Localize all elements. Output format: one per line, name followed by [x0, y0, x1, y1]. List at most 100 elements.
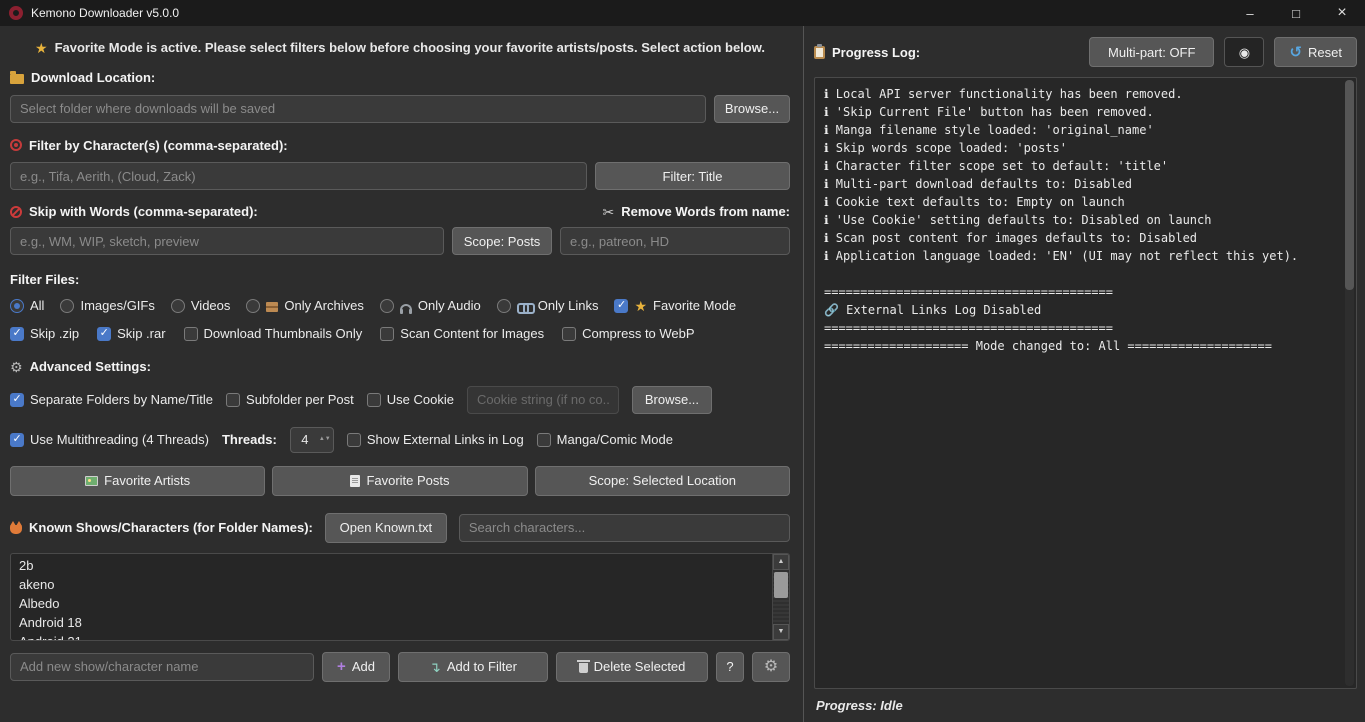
log-scrollbar-thumb[interactable]	[1345, 80, 1354, 290]
checkbox-separate-folders[interactable]: Separate Folders by Name/Title	[10, 392, 213, 407]
list-item[interactable]: 2b	[11, 556, 772, 575]
checkbox-show-external-links[interactable]: Show External Links in Log	[347, 432, 524, 447]
add-button[interactable]: + Add	[322, 652, 390, 682]
checkbox-box	[347, 433, 361, 447]
checkbox-multithreading[interactable]: Use Multithreading (4 Threads)	[10, 432, 209, 447]
add-to-filter-button[interactable]: ↴ Add to Filter	[398, 652, 548, 682]
favorite-artists-button[interactable]: Favorite Artists	[10, 466, 265, 496]
radio-archives-label: Only Archives	[284, 298, 363, 313]
multithreading-label: Use Multithreading (4 Threads)	[30, 432, 209, 447]
radio-dot	[380, 299, 394, 313]
app-window: Kemono Downloader v5.0.0 – □ × ★ Favorit…	[0, 0, 1365, 722]
browse-download-button[interactable]: Browse...	[714, 95, 790, 123]
threads-input[interactable]	[291, 432, 319, 447]
skip-words-text: Skip with Words (comma-separated):	[29, 204, 258, 219]
radio-images-label: Images/GIFs	[80, 298, 154, 313]
checkbox-use-cookie[interactable]: Use Cookie	[367, 392, 454, 407]
show-external-links-label: Show External Links in Log	[367, 432, 524, 447]
checkbox-favorite-mode[interactable]: ★ Favorite Mode	[614, 298, 736, 313]
settings-panel: ★ Favorite Mode is active. Please select…	[0, 26, 800, 722]
gear-icon: ⚙	[764, 659, 778, 675]
checkbox-compress-webp[interactable]: Compress to WebP	[562, 326, 694, 341]
download-location-text: Download Location:	[31, 70, 155, 85]
log-scrollbar[interactable]	[1345, 80, 1354, 686]
radio-all[interactable]: All	[10, 298, 44, 313]
delete-selected-button[interactable]: Delete Selected	[556, 652, 708, 682]
log-line: ℹ Character filter scope set to default:…	[824, 157, 1347, 175]
checkbox-subfolder-per-post[interactable]: Subfolder per Post	[226, 392, 354, 407]
cookie-string-input[interactable]	[467, 386, 619, 414]
filter-files-text: Filter Files:	[10, 272, 79, 287]
search-characters-input[interactable]	[459, 514, 790, 542]
progress-log-text: Progress Log:	[832, 45, 920, 60]
stepper-arrows-icon[interactable]: ▲▼	[319, 435, 331, 443]
skip-scope-button[interactable]: Scope: Posts	[452, 227, 552, 255]
download-location-label: Download Location:	[10, 70, 155, 85]
multipart-toggle-button[interactable]: Multi-part: OFF	[1089, 37, 1214, 67]
close-button[interactable]: ×	[1319, 0, 1365, 26]
minimize-button[interactable]: –	[1227, 0, 1273, 26]
checkbox-box	[367, 393, 381, 407]
add-label: Add	[352, 659, 375, 674]
threads-stepper[interactable]: ▲▼	[290, 427, 334, 453]
checkbox-skip-rar[interactable]: Skip .rar	[97, 326, 165, 341]
character-filter-input[interactable]	[10, 162, 587, 190]
arrow-down-icon: ↴	[429, 660, 441, 674]
skip-words-input[interactable]	[10, 227, 444, 255]
banner-text: Favorite Mode is active. Please select f…	[55, 40, 765, 55]
subfolder-per-post-label: Subfolder per Post	[246, 392, 354, 407]
document-icon	[350, 475, 360, 487]
scrollbar-thumb[interactable]	[774, 572, 788, 598]
download-location-input[interactable]	[10, 95, 706, 123]
checkbox-manga-mode[interactable]: Manga/Comic Mode	[537, 432, 673, 447]
panel-splitter[interactable]	[800, 26, 808, 722]
folder-icon	[10, 74, 24, 84]
log-line: ℹ Manga filename style loaded: 'original…	[824, 121, 1347, 139]
checkbox-skip-zip[interactable]: Skip .zip	[10, 326, 79, 341]
list-item[interactable]: akeno	[11, 575, 772, 594]
scroll-up-icon[interactable]: ▲	[773, 554, 789, 570]
radio-dot	[10, 299, 24, 313]
radio-images-gifs[interactable]: Images/GIFs	[60, 298, 154, 313]
scroll-down-icon[interactable]: ▼	[773, 624, 789, 640]
radio-only-links[interactable]: Only Links	[497, 298, 599, 313]
skip-zip-label: Skip .zip	[30, 326, 79, 341]
log-line: ℹ Local API server functionality has bee…	[824, 85, 1347, 103]
favorite-posts-button[interactable]: Favorite Posts	[272, 466, 527, 496]
list-item[interactable]: Android 18	[11, 613, 772, 632]
eye-toggle-button[interactable]: ◉	[1224, 37, 1264, 67]
character-filter-scope-button[interactable]: Filter: Title	[595, 162, 790, 190]
list-item[interactable]: Android 21	[11, 632, 772, 640]
radio-videos-label: Videos	[191, 298, 231, 313]
open-known-txt-button[interactable]: Open Known.txt	[325, 513, 447, 543]
maximize-button[interactable]: □	[1273, 0, 1319, 26]
log-panel: Progress Log: Multi-part: OFF ◉ ↺ Reset …	[808, 26, 1365, 722]
help-button[interactable]: ?	[716, 652, 744, 682]
known-characters-list[interactable]: 2bakenoAlbedoAndroid 18Android 21 ▲ ▼	[10, 553, 790, 641]
scrollbar-track[interactable]	[773, 570, 789, 624]
add-character-input[interactable]	[10, 653, 314, 681]
settings-button[interactable]: ⚙	[752, 652, 790, 682]
list-scrollbar[interactable]: ▲ ▼	[772, 554, 789, 640]
star-icon: ★	[634, 299, 647, 313]
known-shows-label: Known Shows/Characters (for Folder Names…	[10, 520, 313, 535]
app-icon	[9, 6, 23, 20]
progress-log-output[interactable]: ℹ Local API server functionality has bee…	[814, 77, 1357, 689]
filter-files-label: Filter Files:	[10, 272, 79, 287]
checkbox-thumbnails-only[interactable]: Download Thumbnails Only	[184, 326, 363, 341]
skip-rar-label: Skip .rar	[117, 326, 165, 341]
log-line: 🔗 External Links Log Disabled	[824, 301, 1347, 319]
use-cookie-label: Use Cookie	[387, 392, 454, 407]
radio-videos[interactable]: Videos	[171, 298, 231, 313]
checkbox-scan-content[interactable]: Scan Content for Images	[380, 326, 544, 341]
radio-only-audio[interactable]: Only Audio	[380, 298, 481, 313]
favorite-posts-label: Favorite Posts	[366, 473, 449, 488]
checkbox-box	[537, 433, 551, 447]
browse-cookie-button[interactable]: Browse...	[632, 386, 712, 414]
scope-selected-location-button[interactable]: Scope: Selected Location	[535, 466, 790, 496]
radio-only-archives[interactable]: Only Archives	[246, 298, 363, 313]
list-item[interactable]: Albedo	[11, 594, 772, 613]
star-icon: ★	[35, 41, 48, 55]
reset-button[interactable]: ↺ Reset	[1274, 37, 1357, 67]
remove-words-input[interactable]	[560, 227, 790, 255]
